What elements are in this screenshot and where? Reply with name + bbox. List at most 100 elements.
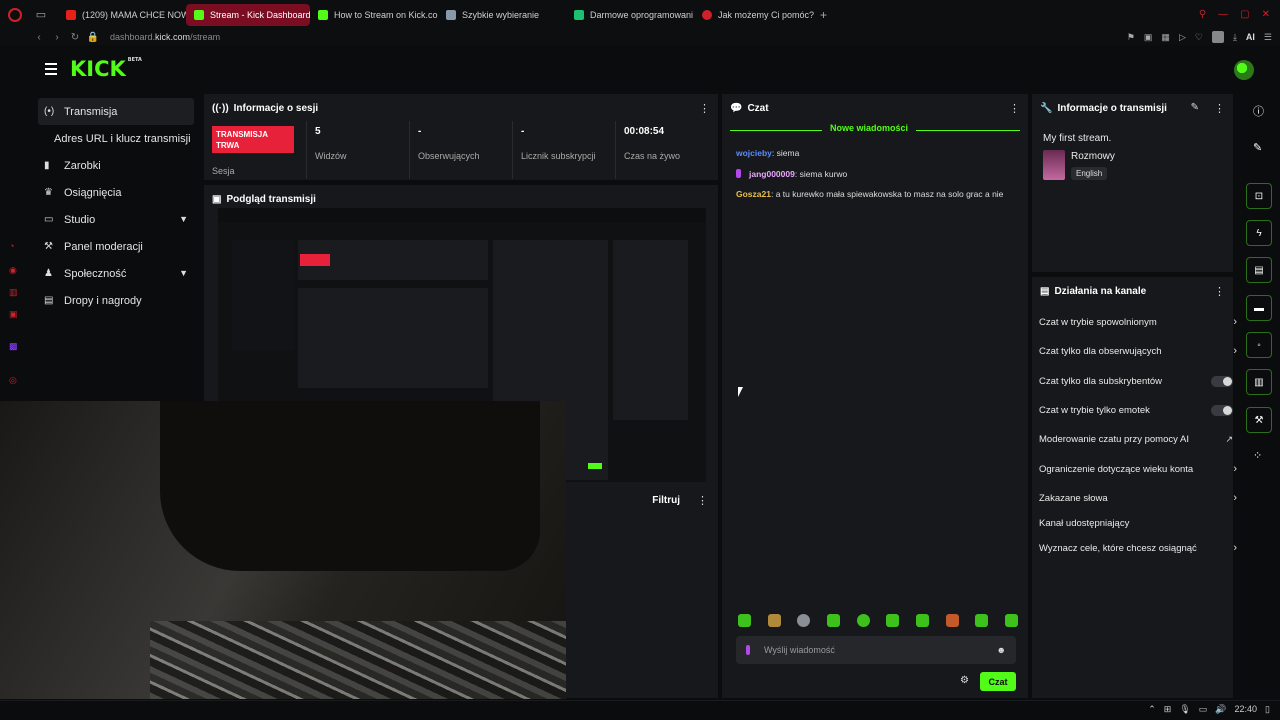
edit-icon[interactable]: ✎ — [1253, 141, 1262, 154]
chat-username[interactable]: wojcieby — [736, 148, 772, 158]
more-options-icon[interactable]: ⋮ — [1009, 102, 1020, 115]
more-options-icon[interactable]: ⋮ — [699, 102, 710, 115]
url-field[interactable]: dashboard.kick.com/stream — [110, 32, 220, 42]
minimize-icon[interactable]: — — [1218, 9, 1228, 20]
chat-username[interactable]: jang000009 — [749, 169, 795, 179]
subscribers-only-toggle[interactable] — [1211, 376, 1233, 387]
opera-favicon-icon — [702, 9, 712, 20]
ai-button[interactable]: AI — [1246, 32, 1255, 42]
opera-logo-icon[interactable] — [0, 0, 30, 29]
kick-favicon-icon — [318, 9, 328, 20]
badge-icon — [736, 169, 741, 178]
heart-icon[interactable]: ♡ — [1195, 32, 1203, 43]
emote-icon[interactable] — [826, 614, 840, 627]
maximize-icon[interactable]: ▢ — [1240, 9, 1249, 20]
filter-button[interactable]: Filtruj — [652, 495, 680, 506]
clock[interactable]: 22:40 — [1235, 704, 1258, 715]
emote-icon[interactable] — [886, 614, 900, 627]
sidebar-icon[interactable]: ◔ — [9, 241, 14, 251]
nav-item-dropy[interactable]: ▤ Dropy i nagrody — [38, 287, 194, 314]
network-icon[interactable]: ⊞ — [1164, 704, 1172, 715]
action-account-age[interactable]: Ograniczenie dotyczące wieku konta › — [1039, 463, 1237, 478]
browser-tab[interactable]: (1209) MAMA CHCE NOW — [58, 4, 186, 26]
chat-username[interactable]: Gosza21 — [736, 189, 771, 199]
emote-icon[interactable] — [1004, 614, 1018, 627]
battery-icon[interactable]: ▭ — [1199, 704, 1208, 715]
nav-item-spolecznosc[interactable]: ♟ Społeczność ▼ — [38, 260, 194, 287]
lightning-icon[interactable]: ϟ — [1246, 220, 1272, 246]
emote-icon[interactable] — [767, 614, 781, 627]
action-followers-only[interactable]: Czat tylko dla obserwujących › — [1039, 345, 1237, 360]
more-options-icon[interactable]: ⋮ — [697, 494, 708, 507]
volume-icon[interactable]: 🔊 — [1215, 704, 1226, 715]
browser-tab[interactable]: Jak możemy Ci pomóc? - — [694, 4, 814, 26]
microphone-icon[interactable]: 🎙 — [1179, 704, 1190, 715]
wrench-icon[interactable]: ⚒ — [1246, 407, 1272, 433]
sidebar-icon[interactable]: ▣ — [9, 309, 18, 320]
browser-tab[interactable]: Szybkie wybieranie — [438, 4, 566, 26]
profile-icon[interactable] — [1211, 31, 1224, 43]
document-icon[interactable]: ▤ — [1246, 257, 1272, 283]
action-ai-moderation[interactable]: Moderowanie czatu przy pomocy AI ↗ — [1039, 434, 1233, 448]
camera-icon[interactable]: ⊡ — [1246, 183, 1272, 209]
forward-icon[interactable]: › — [48, 32, 66, 43]
stat-session: TRANSMISJA TRWA Sesja — [204, 121, 307, 179]
new-tab-button[interactable]: + — [820, 8, 827, 22]
tray-chevron-icon[interactable]: ⌃ — [1148, 704, 1156, 715]
emote-icon[interactable] — [856, 614, 870, 627]
broadcast-icon[interactable]: ◦ — [1246, 332, 1272, 358]
action-slow-mode[interactable]: Czat w trybie spowolnionym › — [1039, 316, 1237, 331]
chat-message-input[interactable]: Wyślij wiadomość ☻ — [736, 636, 1016, 664]
kick-logo[interactable]: KICK BETA — [70, 57, 142, 81]
actions-icon: ▤ — [1040, 286, 1050, 297]
info-icon[interactable]: ⓘ — [1253, 103, 1264, 119]
hamburger-menu-icon[interactable] — [45, 63, 57, 78]
edit-icon[interactable]: ✎ — [1191, 102, 1199, 113]
stream-category[interactable]: Rozmowy — [1071, 151, 1115, 162]
emoji-icon[interactable]: ☻ — [997, 645, 1006, 655]
sidebar-icon[interactable]: ◉ — [9, 265, 17, 276]
reload-icon[interactable]: ↻ — [66, 32, 84, 43]
nav-item-panel-moderacji[interactable]: ⚒ Panel moderacji — [38, 233, 194, 260]
broadcast-icon: (•) — [44, 106, 55, 117]
download-icon[interactable]: ⤓ — [1233, 32, 1237, 43]
browser-tab[interactable]: Darmowe oprogramowani — [566, 4, 694, 26]
screenshot-icon[interactable]: ▣ — [1144, 32, 1153, 43]
emote-icon[interactable] — [915, 614, 929, 627]
user-avatar[interactable] — [1234, 60, 1254, 80]
nav-item-zarobki[interactable]: ▮ Zarobki — [38, 152, 194, 179]
chat-icon[interactable]: ▬ — [1246, 295, 1272, 321]
chat-settings-icon[interactable]: ⚙ — [960, 675, 969, 686]
play-icon[interactable]: ▷ — [1179, 32, 1186, 43]
action-set-goals[interactable]: Wyznacz cele, które chcesz osiągnąć › — [1039, 542, 1237, 557]
sidebar-icon[interactable]: ▥ — [9, 287, 18, 298]
menu-icon[interactable]: ☰ — [1264, 32, 1272, 43]
back-icon[interactable]: ‹ — [30, 32, 48, 43]
apps-icon[interactable]: ⁘ — [1253, 449, 1262, 462]
more-options-icon[interactable]: ⋮ — [1214, 102, 1225, 115]
notifications-icon[interactable]: ▯ — [1265, 704, 1270, 715]
nav-item-transmisja[interactable]: (•) Transmisja — [38, 98, 194, 125]
emote-icon[interactable] — [738, 614, 751, 627]
extensions-icon[interactable]: ▦ — [1161, 32, 1170, 43]
emote-icon[interactable] — [797, 614, 811, 627]
nav-item-studio[interactable]: ▭ Studio ▼ — [38, 206, 194, 233]
action-sharing-channel[interactable]: Kanał udostępniający — [1039, 518, 1229, 532]
pin-icon[interactable]: ⚑ — [1127, 32, 1135, 43]
search-tabs-icon[interactable]: ⚲ — [1199, 9, 1206, 20]
twitch-icon[interactable]: ▩ — [9, 341, 18, 352]
sidebar-icon[interactable]: ◎ — [9, 375, 17, 386]
close-icon[interactable]: ✕ — [1262, 9, 1270, 20]
chat-send-button[interactable]: Czat — [980, 672, 1016, 691]
emote-icon[interactable] — [945, 614, 959, 627]
action-banned-words[interactable]: Zakazane słowa › — [1039, 492, 1237, 507]
nav-item-stream-key[interactable]: Adres URL i klucz transmisji — [38, 125, 194, 152]
more-options-icon[interactable]: ⋮ — [1214, 285, 1225, 298]
emote-icon[interactable] — [975, 614, 989, 627]
browser-tab[interactable]: How to Stream on Kick.co — [310, 4, 438, 26]
browser-tab-active[interactable]: Stream - Kick Dashboard — [186, 3, 310, 26]
layout-icon[interactable]: ▥ — [1246, 369, 1272, 395]
emote-only-toggle[interactable] — [1211, 405, 1233, 416]
tab-overview-icon[interactable]: ▭ — [30, 8, 52, 21]
nav-item-osiagniecia[interactable]: ♛ Osiągnięcia — [38, 179, 194, 206]
